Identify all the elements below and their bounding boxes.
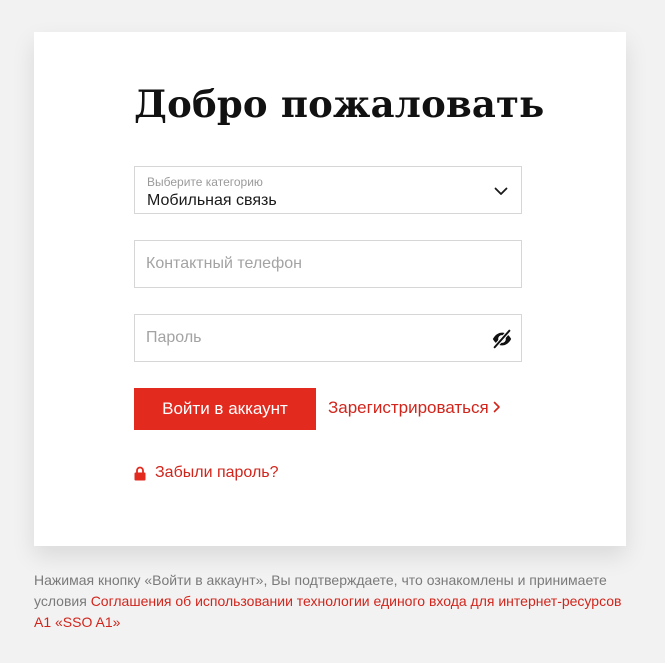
category-select[interactable]: Выберите категорию Мобильная связь — [134, 166, 522, 214]
register-link-label: Зарегистрироваться — [328, 398, 489, 417]
category-select-value: Мобильная связь — [147, 192, 277, 209]
chevron-right-icon — [493, 401, 500, 413]
terms-link[interactable]: Соглашения об использовании технологии е… — [34, 593, 621, 630]
password-field-wrapper — [134, 314, 522, 362]
lock-icon — [134, 466, 146, 480]
phone-input[interactable] — [135, 241, 521, 287]
chevron-down-icon — [494, 187, 508, 195]
category-select-caption: Выберите категорию — [147, 175, 263, 189]
eye-off-icon[interactable] — [491, 328, 513, 350]
phone-field-wrapper — [134, 240, 522, 288]
forgot-password-label: Забыли пароль? — [155, 464, 279, 481]
forgot-password-link[interactable]: Забыли пароль? — [134, 463, 279, 483]
login-card: Добро пожаловать Выберите категорию Моби… — [34, 32, 626, 546]
login-button[interactable]: Войти в аккаунт — [134, 388, 316, 430]
password-input[interactable] — [135, 315, 521, 361]
register-link[interactable]: Зарегистрироваться — [328, 398, 501, 418]
page-title: Добро пожаловать — [134, 82, 545, 126]
terms-notice: Нажимая кнопку «Войти в аккаунт», Вы под… — [34, 570, 634, 633]
